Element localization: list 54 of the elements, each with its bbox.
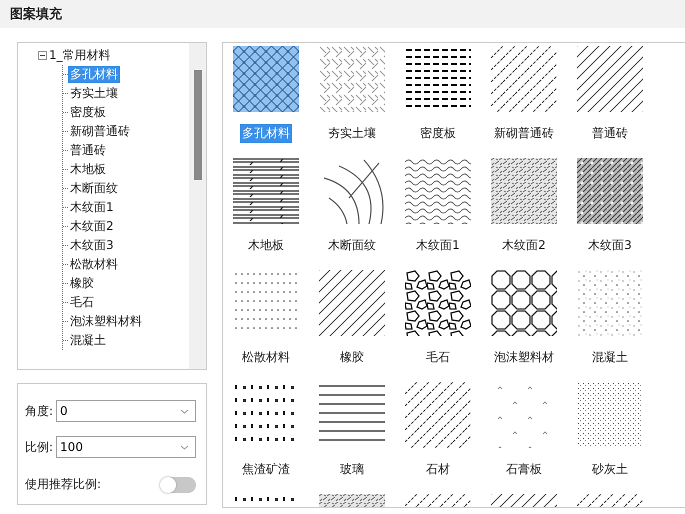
- pattern-label[interactable]: 木纹面2: [500, 236, 548, 255]
- pattern-swatch[interactable]: [319, 270, 385, 336]
- pattern-label[interactable]: 橡胶: [338, 348, 366, 367]
- pattern-label[interactable]: 新砌普通砖: [492, 124, 556, 143]
- angle-dropdown[interactable]: 0: [56, 400, 196, 422]
- pattern-label[interactable]: 密度板: [418, 124, 458, 143]
- chevron-down-icon: [180, 408, 189, 414]
- pattern-swatch[interactable]: [491, 158, 557, 224]
- tree-item[interactable]: 毛石: [68, 294, 96, 311]
- pattern-label[interactable]: 砂灰土: [590, 460, 630, 479]
- tree-item[interactable]: 密度板: [68, 104, 108, 121]
- pattern-label[interactable]: 普通砖: [590, 124, 630, 143]
- tree-item[interactable]: 夯实土壤: [68, 85, 120, 102]
- pattern-label[interactable]: 玻璃: [338, 460, 366, 479]
- tree-node[interactable]: 1_常用材料: [49, 47, 111, 64]
- tree-item[interactable]: 泡沫塑料材料: [68, 313, 144, 330]
- pattern-label[interactable]: 木纹面3: [586, 236, 634, 255]
- tree-item[interactable]: 木断面纹: [68, 180, 120, 197]
- tree-item[interactable]: 木纹面2: [68, 218, 116, 235]
- toggle-switch[interactable]: [160, 476, 196, 492]
- tree-item[interactable]: 新砌普通砖: [68, 123, 132, 140]
- field-label: 角度:: [25, 402, 54, 420]
- chevron-down-icon: [180, 444, 189, 450]
- pattern-label[interactable]: 泡沫塑料材: [492, 348, 556, 367]
- scrollbar[interactable]: [189, 43, 206, 369]
- tree-item[interactable]: 松散材料: [68, 256, 120, 273]
- pattern-swatch[interactable]: [491, 270, 557, 336]
- tree-item[interactable]: 木纹面3: [68, 237, 116, 254]
- tree-item[interactable]: 木地板: [68, 161, 108, 178]
- tree-item[interactable]: 普通砖: [68, 142, 108, 159]
- tree-item[interactable]: 混凝土: [68, 332, 108, 349]
- tree-item[interactable]: 木纹面1: [68, 199, 116, 216]
- pattern-label[interactable]: 木纹面1: [414, 236, 462, 255]
- pattern-label[interactable]: 混凝土: [590, 348, 630, 367]
- pattern-label[interactable]: 石材: [424, 460, 452, 479]
- collapse-icon[interactable]: [38, 51, 47, 60]
- pattern-label[interactable]: 毛石: [424, 348, 452, 367]
- pattern-swatch[interactable]: [233, 158, 299, 224]
- pattern-label[interactable]: 木地板: [246, 236, 286, 255]
- pattern-swatch[interactable]: [577, 46, 643, 112]
- scale-dropdown[interactable]: 100: [56, 436, 196, 458]
- pattern-label[interactable]: 焦渣矿渣: [240, 460, 292, 479]
- pattern-swatch[interactable]: [577, 158, 643, 224]
- dialog-title: 图案填充: [10, 6, 62, 23]
- field-label: 比例:: [25, 438, 54, 456]
- pattern-swatch[interactable]: [233, 46, 299, 112]
- pattern-swatch[interactable]: [319, 46, 385, 112]
- pattern-label[interactable]: 夯实土壤: [326, 124, 378, 143]
- pattern-label[interactable]: 石膏板: [504, 460, 544, 479]
- pattern-label[interactable]: 木断面纹: [326, 236, 378, 255]
- scrollbar-thumb[interactable]: [194, 70, 202, 180]
- tree-item[interactable]: 橡胶: [68, 275, 96, 292]
- pattern-label[interactable]: 松散材料: [240, 348, 292, 367]
- toggle-label: 使用推荐比例:: [25, 476, 102, 493]
